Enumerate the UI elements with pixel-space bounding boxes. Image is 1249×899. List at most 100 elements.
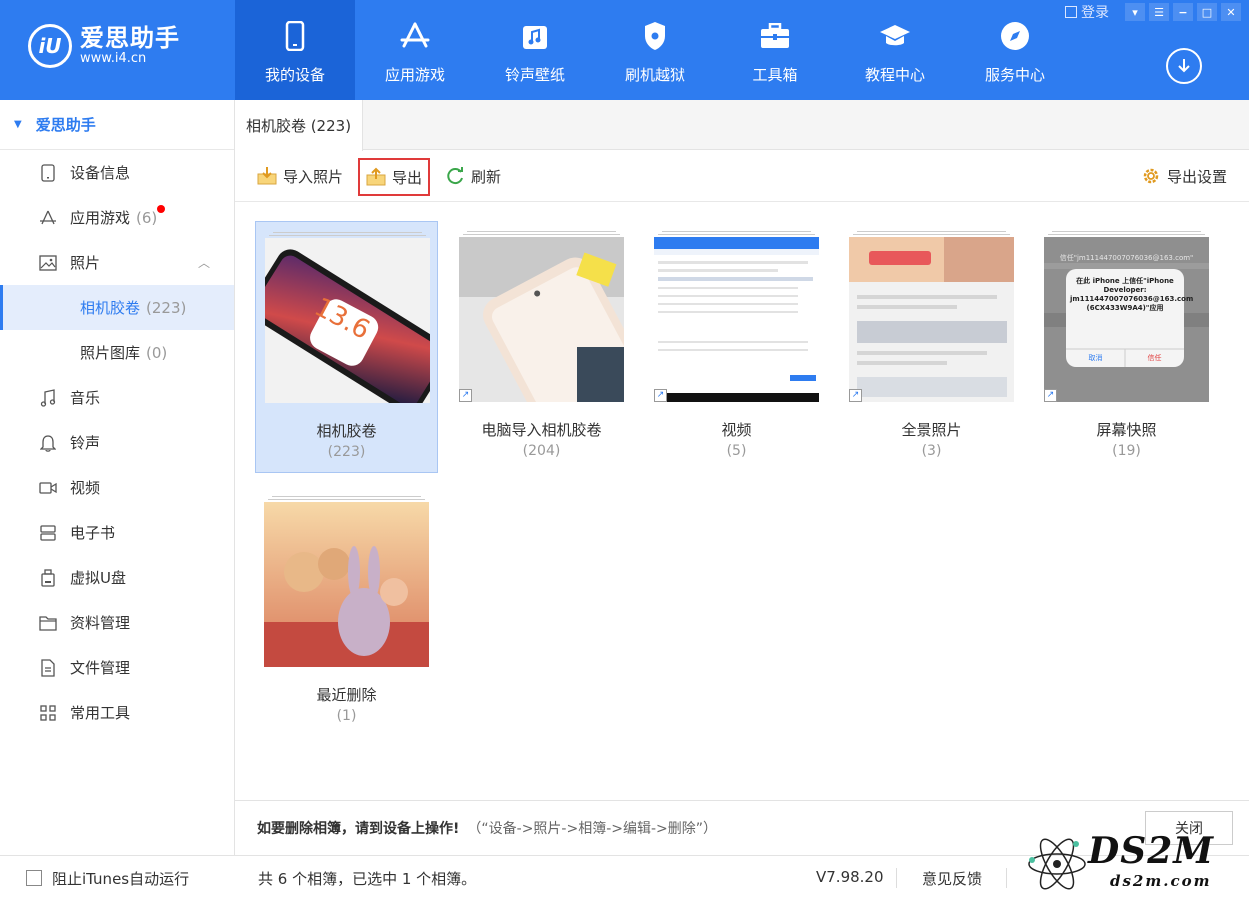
- album-name: 相机胶卷: [316, 422, 377, 440]
- menu-icon[interactable]: ☰: [1149, 3, 1169, 21]
- nav-label: 我的设备: [264, 66, 325, 84]
- import-folder-icon: [257, 167, 277, 185]
- export-settings-button[interactable]: 导出设置: [1141, 163, 1227, 189]
- folder-icon: [38, 613, 58, 633]
- sidebar-item-device-info[interactable]: 设备信息: [0, 150, 234, 195]
- window-controls: 登录 ▾ ☰ − □ ✕: [1065, 2, 1241, 22]
- sidebar-item-virtual-udisk[interactable]: 虚拟U盘: [0, 555, 234, 600]
- nav-toolbox[interactable]: 工具箱: [715, 0, 835, 100]
- top-nav: 我的设备 应用游戏 铃声壁纸 刷机越狱 工具箱 教程中心 服务中心: [235, 0, 1075, 100]
- app-url: www.i4.cn: [80, 51, 147, 66]
- sidebar-item-photo-library[interactable]: 照片图库 (0): [0, 330, 234, 375]
- album-thumbnail: ↗: [654, 237, 819, 402]
- album-count: (223): [327, 444, 366, 460]
- login-label: 登录: [1081, 5, 1109, 21]
- maximize-icon[interactable]: □: [1197, 3, 1217, 21]
- import-photos-button[interactable]: 导入照片: [257, 163, 343, 189]
- login-button[interactable]: 登录: [1065, 2, 1109, 22]
- bell-icon: [38, 433, 58, 453]
- skin-icon[interactable]: ▾: [1125, 3, 1145, 21]
- shortcut-arrow-icon: ↗: [459, 389, 472, 402]
- album-thumbnail: ↗: [849, 237, 1014, 402]
- triangle-down-icon: ▼: [14, 119, 22, 130]
- sidebar-item-camera-roll[interactable]: 相机胶卷 (223): [0, 285, 234, 330]
- sidebar: ▼ 爱思助手 设备信息 应用游戏 (6) 照片 ︿ 相机胶卷 (223) 照片图…: [0, 100, 235, 855]
- album-count: (1): [336, 708, 357, 724]
- download-icon[interactable]: [1166, 48, 1202, 84]
- block-itunes-checkbox[interactable]: [26, 870, 42, 886]
- tab-bar: 相机胶卷 (223): [235, 100, 1249, 151]
- app-name: 爱思助手: [80, 24, 180, 52]
- album-name: 屏幕快照: [1096, 421, 1157, 439]
- album-recently-deleted[interactable]: 最近删除 (1): [255, 486, 438, 738]
- sidebar-item-data-management[interactable]: 资料管理: [0, 600, 234, 645]
- nav-tutorials[interactable]: 教程中心: [835, 0, 955, 100]
- toolbar: 导入照片 导出 刷新 导出设置: [235, 150, 1249, 202]
- sidebar-item-label: 音乐: [70, 389, 101, 407]
- shortcut-arrow-icon: ↗: [1044, 389, 1057, 402]
- trust-dialog-trust: 信任: [1147, 354, 1162, 362]
- gear-icon: [1143, 168, 1159, 184]
- sidebar-item-file-management[interactable]: 文件管理: [0, 645, 234, 690]
- chevron-up-icon[interactable]: ︿: [198, 254, 210, 271]
- album-videos[interactable]: ↗ 视频 (5): [645, 221, 828, 473]
- sidebar-item-label: 照片图库: [80, 344, 141, 362]
- nav-service-center[interactable]: 服务中心: [955, 0, 1075, 100]
- nav-label: 应用游戏: [384, 66, 445, 84]
- sidebar-item-label: 电子书: [70, 524, 116, 542]
- export-button[interactable]: 导出: [358, 158, 431, 196]
- album-panoramas[interactable]: ↗ 全景照片 (3): [840, 221, 1023, 473]
- sidebar-item-ringtones[interactable]: 铃声: [0, 420, 234, 465]
- album-thumbnail: 13.6: [265, 238, 430, 403]
- nav-my-device[interactable]: 我的设备: [235, 0, 355, 100]
- sidebar-item-label: 资料管理: [70, 614, 131, 632]
- sidebar-root[interactable]: ▼ 爱思助手: [0, 100, 234, 150]
- header: iU 爱思助手 www.i4.cn 我的设备 应用游戏 铃声壁纸 刷机越狱 工具…: [0, 0, 1249, 100]
- import-label: 导入照片: [283, 167, 344, 186]
- image-icon: [38, 253, 58, 273]
- feedback-link[interactable]: 意见反馈: [922, 868, 982, 889]
- sidebar-item-label: 常用工具: [70, 704, 131, 722]
- nav-flash-jailbreak[interactable]: 刷机越狱: [595, 0, 715, 100]
- export-folder-icon: [366, 167, 386, 186]
- app-store-icon: [38, 208, 58, 228]
- sidebar-item-label: 设备信息: [70, 164, 131, 182]
- sidebar-item-label: 视频: [70, 479, 101, 497]
- notification-dot: [157, 205, 165, 213]
- nav-apps-games[interactable]: 应用游戏: [355, 0, 475, 100]
- close-icon[interactable]: ✕: [1221, 3, 1241, 21]
- shortcut-arrow-icon: ↗: [849, 389, 862, 402]
- album-count: (19): [1112, 443, 1141, 459]
- shield-icon: [639, 20, 671, 52]
- sidebar-item-ebooks[interactable]: 电子书: [0, 510, 234, 555]
- trust-dialog-body: 在此 iPhone 上信任"iPhone Developer: jm111447…: [1070, 277, 1194, 312]
- divider: [1006, 868, 1007, 888]
- nav-ringtones-wallpapers[interactable]: 铃声壁纸: [475, 0, 595, 100]
- album-pc-imported[interactable]: ↗ 电脑导入相机胶卷 (204): [450, 221, 633, 473]
- album-count: (5): [726, 443, 747, 459]
- album-thumbnail: 信任"jm111447007076036@163.com" 在此 iPhone …: [1044, 237, 1209, 402]
- usb-drive-icon: [38, 568, 58, 588]
- document-icon: [38, 658, 58, 678]
- graduation-cap-icon: [879, 20, 911, 52]
- album-thumbnail: ↗: [459, 237, 624, 402]
- export-label: 导出: [392, 168, 423, 187]
- sidebar-item-videos[interactable]: 视频: [0, 465, 234, 510]
- tab-camera-roll[interactable]: 相机胶卷 (223): [235, 100, 363, 151]
- block-itunes-label: 阻止iTunes自动运行: [52, 870, 190, 888]
- sidebar-item-common-tools[interactable]: 常用工具: [0, 690, 234, 735]
- nav-label: 服务中心: [984, 66, 1045, 84]
- version-label: V7.98.20: [816, 868, 884, 886]
- sidebar-item-music[interactable]: 音乐: [0, 375, 234, 420]
- refresh-icon: [447, 167, 463, 185]
- nav-label: 教程中心: [864, 66, 925, 84]
- album-camera-roll[interactable]: 13.6 相机胶卷 (223): [255, 221, 438, 473]
- album-name: 视频: [721, 421, 752, 439]
- minimize-icon[interactable]: −: [1173, 3, 1193, 21]
- sidebar-item-apps[interactable]: 应用游戏 (6): [0, 195, 234, 240]
- sidebar-item-photos[interactable]: 照片 ︿: [0, 240, 234, 285]
- refresh-button[interactable]: 刷新: [445, 163, 501, 189]
- album-screenshots[interactable]: 信任"jm111447007076036@163.com" 在此 iPhone …: [1035, 221, 1218, 473]
- album-count: (204): [522, 443, 561, 459]
- sidebar-item-label: 虚拟U盘: [70, 569, 126, 587]
